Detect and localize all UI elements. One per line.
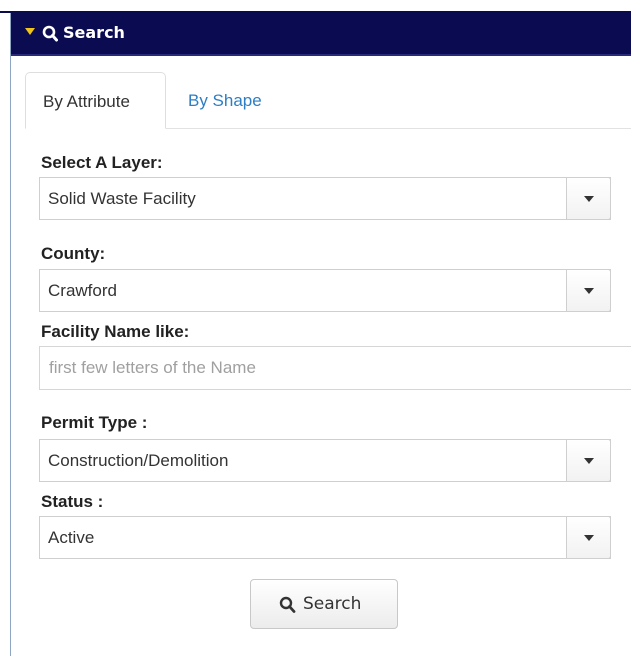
facility-name-label: Facility Name like:	[41, 322, 190, 341]
caret-down-icon	[584, 288, 594, 294]
search-panel: Search By Attribute By Shape Select A La…	[10, 13, 631, 656]
caret-down-icon	[584, 458, 594, 464]
permit-type-dropdown-button[interactable]	[566, 439, 611, 482]
status-select-value: Active	[48, 528, 95, 547]
collapse-triangle-icon[interactable]	[25, 28, 35, 35]
search-button[interactable]: Search	[250, 579, 398, 629]
top-border	[0, 0, 631, 13]
county-dropdown-button[interactable]	[566, 269, 611, 312]
county-select-value: Crawford	[48, 281, 117, 300]
permit-type-select[interactable]: Construction/Demolition	[39, 439, 611, 482]
status-label: Status :	[41, 492, 104, 511]
county-label: County:	[41, 244, 106, 263]
layer-dropdown-button[interactable]	[566, 177, 611, 220]
county-select[interactable]: Crawford	[39, 269, 611, 312]
facility-name-input[interactable]	[39, 346, 631, 390]
permit-type-label: Permit Type :	[41, 413, 148, 432]
search-icon	[279, 596, 296, 613]
caret-down-icon	[584, 196, 594, 202]
permit-type-select-value: Construction/Demolition	[48, 451, 229, 470]
status-dropdown-button[interactable]	[566, 516, 611, 559]
layer-select-value: Solid Waste Facility	[48, 189, 196, 208]
caret-down-icon	[584, 535, 594, 541]
panel-header[interactable]: Search	[11, 13, 631, 56]
search-icon	[42, 25, 58, 42]
status-select[interactable]: Active	[39, 516, 611, 559]
panel-title: Search	[63, 23, 125, 42]
tab-by-attribute[interactable]: By Attribute	[25, 72, 166, 129]
search-button-label: Search	[303, 594, 362, 614]
layer-label: Select A Layer:	[41, 153, 163, 172]
layer-select[interactable]: Solid Waste Facility	[39, 177, 611, 220]
tab-by-shape[interactable]: By Shape	[171, 72, 279, 129]
